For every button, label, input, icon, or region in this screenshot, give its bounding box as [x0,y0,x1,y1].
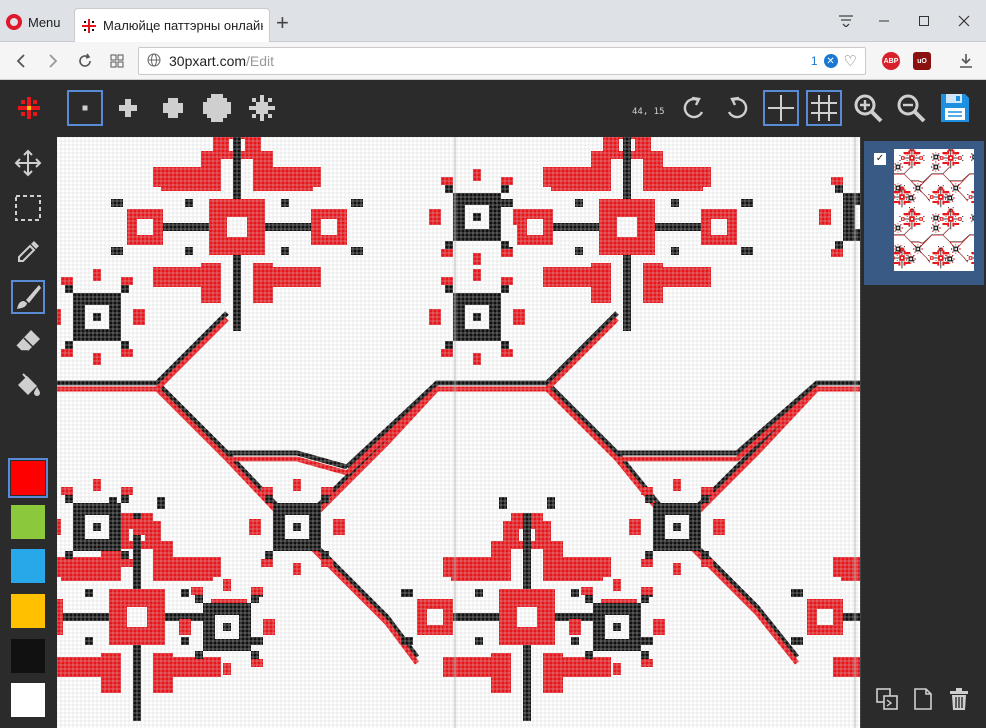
browser-window: Menu Малюйце паттэрны онлайн + 30pxart.c… [0,0,986,728]
layer-thumbnail-svg [894,149,974,271]
undo-icon[interactable] [676,90,712,126]
tab-menu-icon[interactable] [826,0,866,42]
move-tool-icon[interactable] [11,146,45,180]
brush-size-plus-button[interactable] [110,90,146,126]
layer-visibility-checkbox[interactable]: ✓ [874,153,886,165]
select-tool-icon[interactable] [11,191,45,225]
brush-size-1-button[interactable] [67,90,103,126]
delete-layer-icon[interactable] [945,685,973,713]
maximize-icon[interactable] [904,0,944,42]
save-icon[interactable] [937,90,973,126]
drawing-canvas[interactable] [57,137,860,728]
reload-icon[interactable] [74,50,96,72]
zoom-out-icon[interactable] [893,90,929,126]
site-favicon-icon [82,18,96,33]
app-logo-icon[interactable] [14,93,44,123]
color-swatch-black[interactable] [11,639,45,673]
grid-toggle-button[interactable] [763,90,799,126]
zoom-in-icon[interactable] [850,90,886,126]
color-swatch-white[interactable] [11,683,45,717]
url-host: 30pxart.com [169,53,247,69]
layer-thumbnail [894,149,974,271]
new-layer-icon[interactable] [909,685,937,713]
color-swatch-blue[interactable] [11,549,45,583]
redo-icon[interactable] [719,90,755,126]
adblock-plus-icon[interactable]: ABP [882,52,900,70]
color-swatch-green[interactable] [11,505,45,539]
layer-item[interactable]: ✓ [864,141,984,285]
navigation-bar: 30pxart.com/Edit 1 ✕ ♡ ABP uO [0,42,986,80]
title-bar: Menu Малюйце паттэрны онлайн + [0,0,986,42]
fill-tool-icon[interactable] [11,368,45,402]
tracker-blocker-icon[interactable]: ✕ [823,54,838,68]
browser-tab[interactable]: Малюйце паттэрны онлайн [74,8,270,42]
address-bar[interactable]: 30pxart.com/Edit 1 ✕ ♡ [138,47,866,75]
speed-dial-icon[interactable] [106,50,128,72]
brush-symmetry-button[interactable] [244,90,280,126]
opera-logo-icon [6,14,22,30]
new-tab-button[interactable]: + [276,12,289,34]
brush-tool-icon[interactable] [11,280,45,314]
duplicate-layer-icon[interactable] [873,685,901,713]
color-swatch-yellow[interactable] [11,594,45,628]
thumbnail-tile [894,149,974,210]
section-grid [57,137,860,728]
eraser-tool-icon[interactable] [11,324,45,358]
bookmark-heart-icon[interactable]: ♡ [844,52,857,70]
minimize-icon[interactable] [864,0,904,42]
forward-icon[interactable] [42,50,64,72]
globe-icon [147,53,161,70]
tool-palette [0,137,57,728]
opera-menu-button[interactable]: Menu [6,10,61,34]
grid-fine-button[interactable] [806,90,842,126]
back-icon[interactable] [10,50,32,72]
thumbnail-tile [894,207,974,271]
download-icon[interactable] [955,50,977,72]
ublock-origin-icon[interactable]: uO [913,52,931,70]
color-swatch-red[interactable] [8,458,48,498]
pattern-canvas-svg[interactable] [57,137,860,728]
brush-size-large-button[interactable] [199,90,235,126]
url-path: /Edit [246,53,275,69]
eyedropper-tool-icon[interactable] [11,235,45,269]
layers-panel: ✓ [860,137,986,728]
tracker-count: 1 [810,54,818,68]
brush-size-medium-button[interactable] [155,90,191,126]
menu-label: Menu [28,14,61,30]
tab-title: Малюйце паттэрны онлайн [103,18,263,33]
editor-toolbar: 44, 15 [0,80,986,137]
cursor-coordinates: 44, 15 [632,107,665,117]
close-window-icon[interactable] [944,0,984,42]
